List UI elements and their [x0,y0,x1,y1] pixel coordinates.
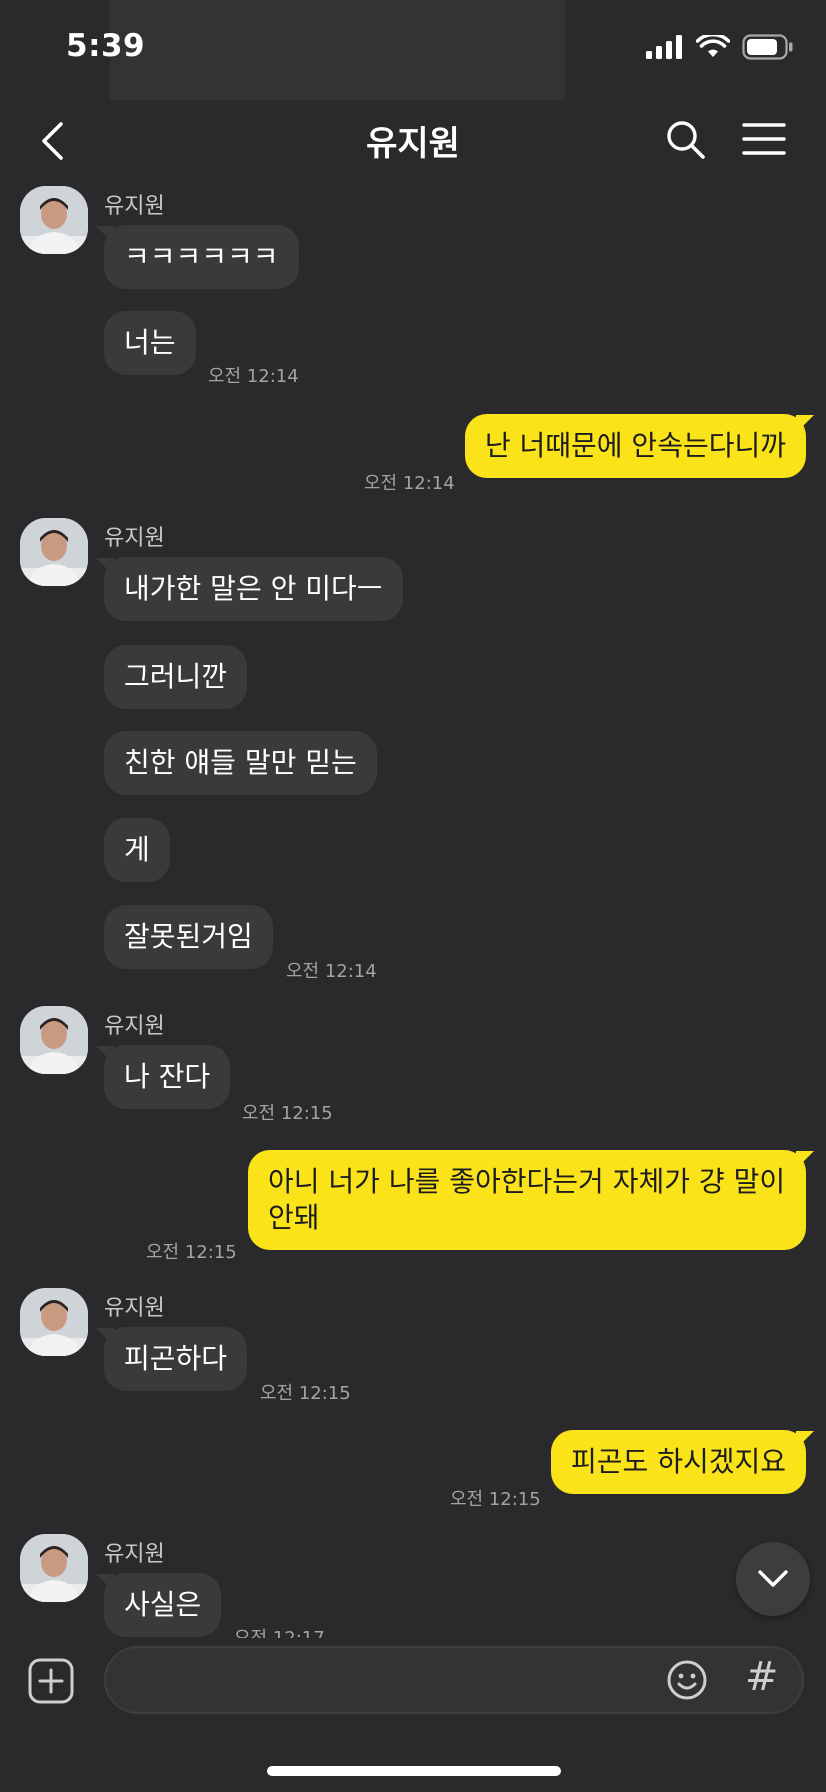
message-time: 오전 12:14 [286,961,377,982]
message-time: 오전 12:15 [450,1489,541,1510]
avatar[interactable] [20,1534,88,1602]
sender-name: 유지원 [104,194,165,219]
avatar-image [20,186,88,254]
sender-name: 유지원 [104,1542,165,1567]
emoji-icon [667,1660,707,1700]
avatar[interactable] [20,1288,88,1356]
avatar-image [20,1534,88,1602]
hamburger-menu-icon [742,123,786,155]
message-text-line: 아니 너가 나를 좋아한다는거 자체가 걍 말이 [268,1165,786,1198]
message-time: 오전 12:15 [242,1103,333,1124]
message-bubble[interactable]: 친한 얘들 말만 믿는 [104,731,377,795]
hashtag-button[interactable]: # [745,1654,779,1700]
message-bubble[interactable]: 게 [104,818,170,882]
chat-screen: 5:39 유지원 유지원 ㅋㅋㅋㅋㅋㅋ 너는 오전 12:14 난 너때문에 안… [0,0,826,1792]
battery-icon [742,34,793,60]
message-time: 오전 12:14 [208,366,299,387]
avatar-image [20,1006,88,1074]
message-text-line: 안돼 [268,1201,320,1234]
message-time: 오전 12:15 [260,1383,351,1404]
add-attachment-button[interactable] [28,1658,74,1704]
search-icon [667,121,705,159]
message-bubble[interactable]: 너는 [104,311,196,375]
sender-name: 유지원 [104,1014,165,1039]
message-bubble-outgoing[interactable]: 피곤도 하시겠지요 [551,1430,806,1494]
plus-square-icon [28,1658,74,1704]
sender-name: 유지원 [104,526,165,551]
avatar[interactable] [20,1006,88,1074]
scroll-to-bottom-button[interactable] [736,1542,810,1616]
avatar-image [20,518,88,586]
menu-button[interactable] [742,121,786,157]
message-bubble-outgoing[interactable]: 난 너때문에 안속는다니까 [464,414,806,478]
message-bubble[interactable]: 잘못된거임 [104,905,273,969]
search-button[interactable] [664,118,708,162]
message-bubble[interactable]: 사실은 [104,1573,222,1637]
message-time: 오전 12:14 [364,473,455,494]
avatar[interactable] [20,186,88,254]
message-bubble[interactable]: 그러니깐 [104,645,248,709]
message-bubble-outgoing[interactable]: 아니 너가 나를 좋아한다는거 자체가 걍 말이 안돼 [248,1150,806,1250]
sender-name: 유지원 [104,1296,165,1321]
avatar[interactable] [20,518,88,586]
status-icons [646,34,794,60]
message-bubble[interactable]: 내가한 말은 안 미다ㅡ [104,557,403,621]
chevron-down-icon [758,1570,788,1587]
status-time: 5:39 [66,28,146,64]
signal-icon [646,35,682,59]
message-bubble[interactable]: 피곤하다 [104,1327,248,1391]
home-indicator[interactable] [267,1766,561,1776]
background-overlay [110,0,565,100]
message-bubble[interactable]: 나 잔다 [104,1045,231,1109]
message-bubble[interactable]: ㅋㅋㅋㅋㅋㅋ [104,225,299,289]
avatar-image [20,1288,88,1356]
message-time: 오전 12:15 [146,1242,237,1263]
wifi-icon [696,35,730,57]
emoji-button[interactable] [666,1659,708,1701]
